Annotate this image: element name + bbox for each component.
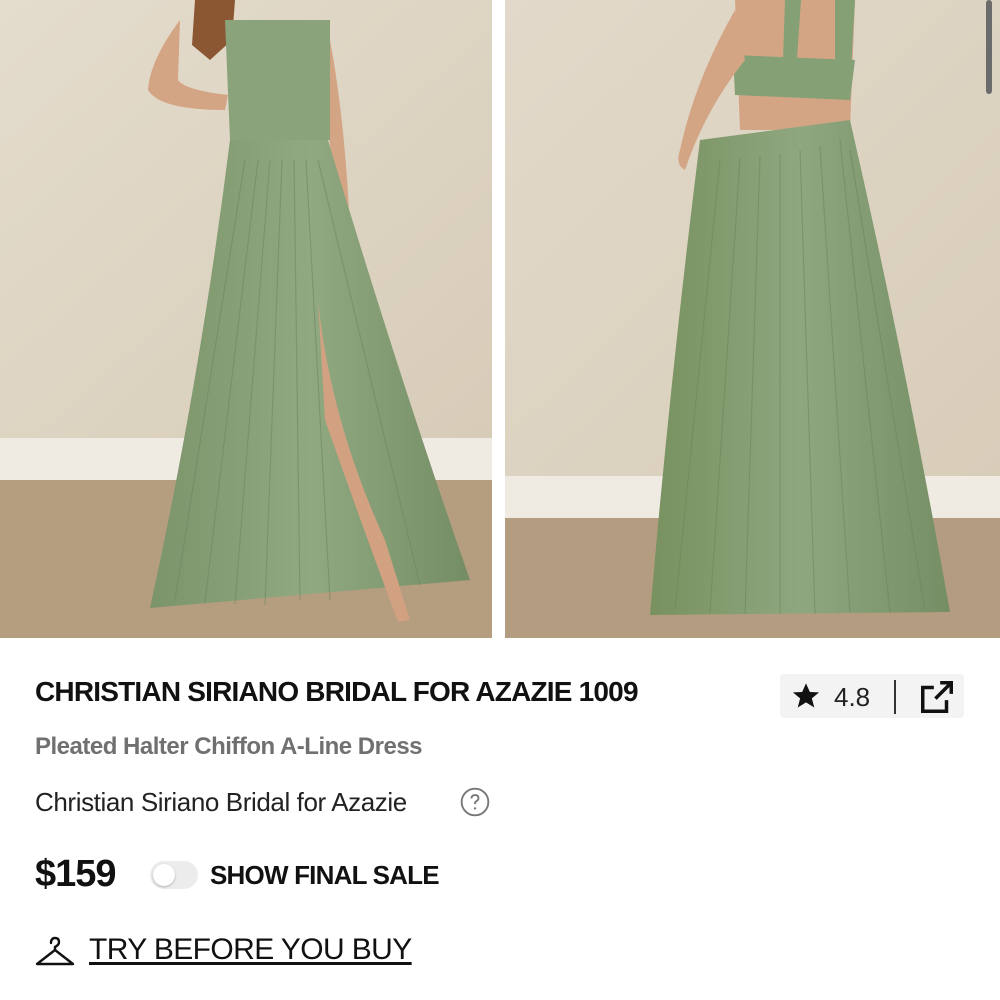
designer-name: Christian Siriano Bridal for Azazie	[35, 787, 407, 817]
hanger-icon[interactable]	[34, 934, 76, 970]
product-subtitle: Pleated Halter Chiffon A-Line Dress	[35, 733, 423, 760]
rating-value[interactable]: 4.8	[834, 682, 870, 713]
scroll-indicator[interactable]	[986, 0, 992, 94]
toggle-knob[interactable]	[153, 864, 175, 886]
product-photo-front[interactable]	[0, 0, 492, 638]
product-price: $159	[35, 853, 117, 895]
product-photo-back[interactable]	[505, 0, 1000, 638]
product-title: CHRISTIAN SIRIANO BRIDAL FOR AZAZIE 1009	[35, 676, 639, 707]
star-icon[interactable]	[790, 680, 822, 712]
share-external-icon[interactable]	[918, 678, 956, 716]
final-sale-label[interactable]: SHOW FINAL SALE	[210, 860, 440, 891]
try-before-you-buy-link[interactable]: TRY BEFORE YOU BUY	[89, 933, 412, 967]
product-image-gallery[interactable]	[0, 0, 1000, 638]
divider	[894, 680, 896, 714]
question-circle-icon[interactable]	[459, 786, 491, 818]
